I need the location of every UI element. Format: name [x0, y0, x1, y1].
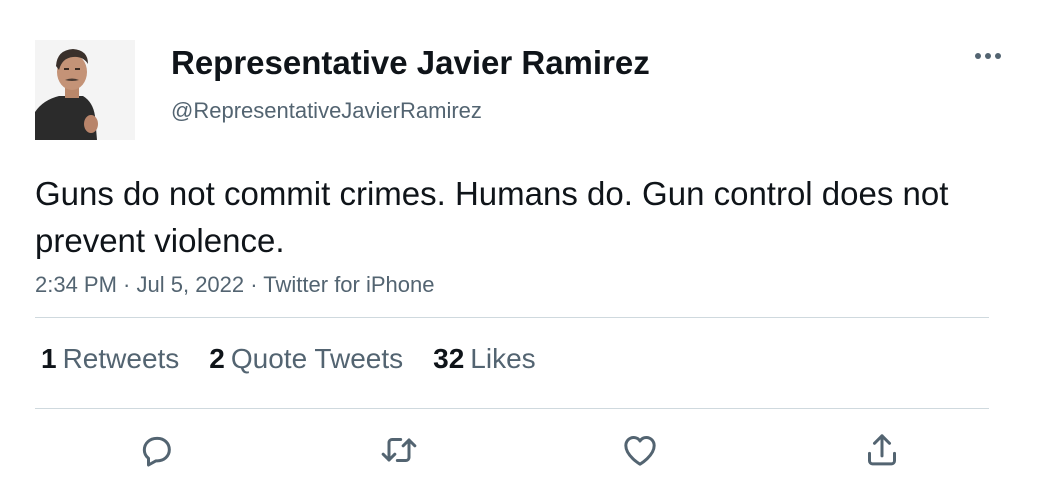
heart-icon	[624, 436, 656, 466]
likes-label: Likes	[470, 343, 536, 374]
meta-separator: ·	[116, 272, 137, 297]
tweet-text: Guns do not commit crimes. Humans do. Gu…	[35, 175, 949, 259]
tweet-source[interactable]: Twitter for iPhone	[263, 272, 434, 297]
quote-tweets-label: Quote Tweets	[230, 343, 404, 374]
avatar-image	[35, 40, 135, 140]
author-handle[interactable]: @RepresentativeJavierRamirez	[171, 96, 482, 126]
reply-icon	[142, 436, 171, 467]
reply-button[interactable]	[134, 428, 178, 472]
retweets-label: Retweets	[62, 343, 180, 374]
retweets-count: 1	[41, 343, 57, 374]
quote-tweets-count: 2	[209, 343, 225, 374]
divider	[35, 317, 989, 318]
divider	[35, 408, 989, 409]
share-button[interactable]	[860, 428, 904, 472]
more-options-button[interactable]	[968, 44, 1008, 68]
tweet-stats: 1 Retweets 2 Quote Tweets 32 Likes	[41, 340, 536, 378]
author-display-name[interactable]: Representative Javier Ramirez	[171, 42, 650, 84]
likes-count: 32	[433, 343, 465, 374]
more-icon	[975, 53, 1001, 59]
quote-tweets-stat[interactable]: 2 Quote Tweets	[209, 340, 403, 378]
retweets-stat[interactable]: 1 Retweets	[41, 340, 179, 378]
tweet-date[interactable]: Jul 5, 2022	[137, 272, 245, 297]
retweet-icon	[381, 438, 417, 462]
tweet-meta: 2:34 PM · Jul 5, 2022 · Twitter for iPho…	[35, 270, 434, 300]
likes-stat[interactable]: 32 Likes	[433, 340, 536, 378]
avatar[interactable]	[35, 40, 135, 140]
like-button[interactable]	[618, 428, 662, 472]
meta-separator: ·	[244, 272, 264, 297]
tweet-time[interactable]: 2:34 PM	[35, 272, 117, 297]
retweet-button[interactable]	[377, 428, 421, 472]
share-icon	[868, 434, 896, 466]
